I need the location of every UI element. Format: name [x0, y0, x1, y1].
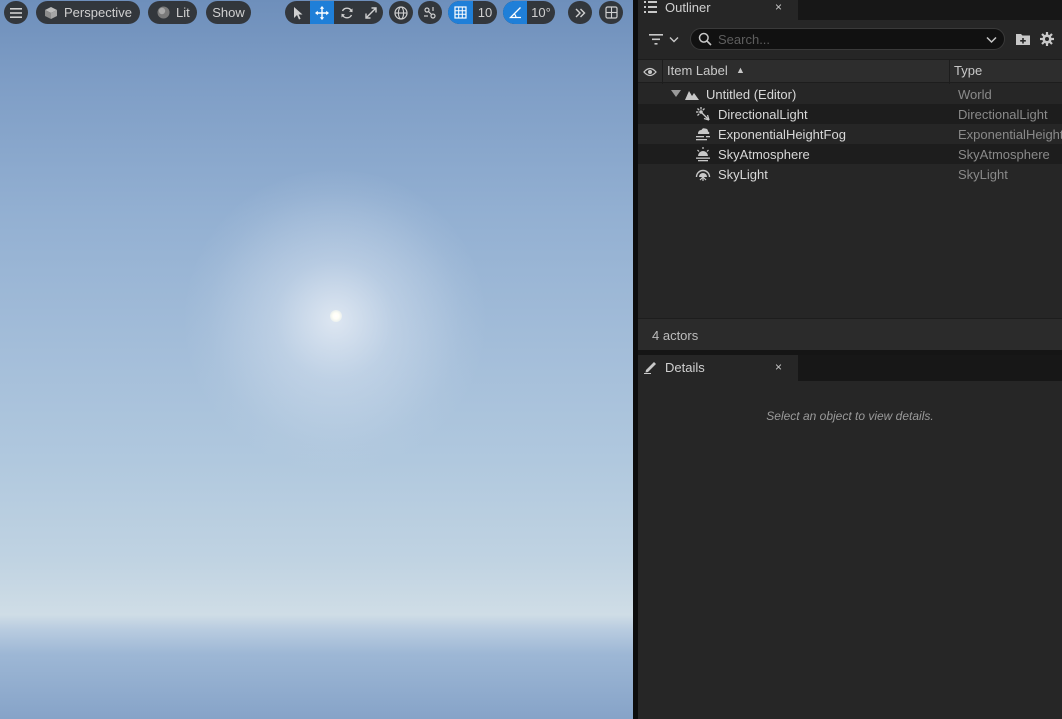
outliner-tab-title: Outliner [665, 0, 711, 15]
item-label-column-header[interactable]: Item Label [667, 63, 728, 78]
rotation-snap-group: 10° [503, 1, 555, 24]
sort-ascending-icon: ▲ [736, 65, 745, 75]
details-tab-title: Details [665, 360, 705, 375]
level-viewport[interactable]: Perspective Lit Show 10 10° [0, 0, 633, 719]
search-icon [698, 32, 712, 46]
outliner-settings-button[interactable] [1038, 30, 1056, 48]
outliner-row-type: World [958, 87, 992, 102]
move-arrows-icon [315, 5, 329, 20]
coordinate-system-button[interactable] [389, 1, 413, 24]
outliner-row-label: Untitled (Editor) [706, 87, 797, 102]
outliner-row-type: SkyLight [958, 167, 1008, 182]
outliner-column-header: Item Label ▲ Type [638, 59, 1062, 84]
toolbar-overflow-button[interactable] [568, 1, 592, 24]
outliner-list-icon [644, 1, 657, 13]
double-chevron-right-icon [575, 8, 585, 17]
eye-icon [643, 67, 657, 77]
details-panel: Details × Select an object to view detai… [638, 355, 1062, 719]
perspective-label: Perspective [64, 5, 132, 20]
angle-icon [508, 7, 521, 19]
column-divider [662, 60, 663, 84]
height-fog-icon [696, 128, 710, 141]
globe-icon [394, 5, 408, 20]
layout-grid-icon [604, 6, 618, 19]
grid-snap-value: 10 [477, 5, 493, 20]
translate-tool-button[interactable] [310, 1, 334, 24]
rotation-snap-value: 10° [531, 5, 551, 20]
hamburger-icon [10, 7, 22, 18]
grid-snap-value-dropdown[interactable]: 10 [473, 1, 497, 24]
chevron-down-icon[interactable] [986, 36, 997, 44]
grid-icon [454, 6, 467, 19]
world-icon [685, 91, 699, 100]
outliner-row-type: SkyAtmosphere [958, 147, 1050, 162]
lit-view-mode-button[interactable]: Lit [148, 1, 197, 24]
details-close-icon[interactable]: × [775, 360, 782, 374]
filter-dropdown-button[interactable] [648, 31, 680, 49]
outliner-row-label: DirectionalLight [718, 107, 808, 122]
rotation-snap-value-dropdown[interactable]: 10° [527, 1, 555, 24]
visibility-column-header[interactable] [638, 60, 662, 84]
perspective-button[interactable]: Perspective [36, 1, 140, 24]
new-folder-icon [1016, 34, 1030, 45]
outliner-tab-bar: Outliner × [638, 0, 1062, 20]
outliner-row-label: SkyLight [718, 167, 768, 182]
show-label: Show [212, 5, 245, 20]
outliner-row-directional-light[interactable]: DirectionalLight DirectionalLight [638, 104, 1062, 124]
outliner-row-height-fog[interactable]: ExponentialHeightFog ExponentialHeightFo… [638, 124, 1062, 144]
surface-snapping-button[interactable] [418, 1, 442, 24]
search-placeholder: Search... [718, 32, 771, 47]
outliner-row-type: ExponentialHeightFog [958, 127, 1062, 142]
show-button[interactable]: Show [206, 1, 251, 24]
add-folder-button[interactable] [1014, 30, 1032, 48]
rotation-snap-toggle[interactable] [503, 1, 527, 24]
details-empty-message: Select an object to view details. [766, 409, 934, 423]
pencil-icon [644, 362, 656, 374]
viewport-layout-button[interactable] [599, 1, 623, 24]
details-tab[interactable]: Details × [638, 355, 798, 381]
outliner-tab[interactable]: Outliner × [638, 0, 798, 20]
outliner-search-input[interactable]: Search... [690, 28, 1005, 50]
lit-label: Lit [176, 5, 190, 20]
details-tab-bar: Details × [638, 355, 1062, 381]
sky-light-icon [695, 169, 711, 181]
cube-icon [45, 6, 57, 19]
filter-icon [649, 34, 663, 45]
column-divider[interactable] [949, 60, 950, 84]
outliner-row-label: ExponentialHeightFog [718, 127, 846, 142]
outliner-status-bar: 4 actors [638, 318, 1062, 350]
chevron-down-icon [669, 37, 679, 43]
transform-tools-group [285, 1, 383, 24]
type-column-header[interactable]: Type [954, 63, 982, 78]
outliner-row-world[interactable]: Untitled (Editor) World [638, 84, 1062, 104]
outliner-row-label: SkyAtmosphere [718, 147, 810, 162]
cursor-arrow-icon [293, 6, 302, 19]
gear-icon [1040, 32, 1054, 46]
directional-light-icon [696, 107, 710, 121]
rotate-tool-button[interactable] [334, 1, 359, 24]
rotate-icon [341, 7, 352, 18]
scale-icon [365, 6, 377, 19]
select-tool-button[interactable] [285, 1, 310, 24]
lit-sphere-icon [157, 6, 170, 19]
viewport-menu-button[interactable] [4, 1, 28, 24]
surface-snap-icon [424, 6, 436, 19]
grid-snap-group: 10 [448, 1, 497, 24]
sky-atmosphere-icon [696, 147, 710, 162]
outliner-row-sky-atmosphere[interactable]: SkyAtmosphere SkyAtmosphere [638, 144, 1062, 164]
outliner-close-icon[interactable]: × [775, 0, 782, 14]
sun-disc [330, 310, 342, 322]
expand-arrow-icon[interactable] [671, 90, 681, 98]
outliner-row-type: DirectionalLight [958, 107, 1048, 122]
grid-snap-toggle[interactable] [448, 1, 473, 24]
actor-count: 4 actors [652, 328, 699, 343]
outliner-panel: Outliner × Search... Item Label ▲ Type U… [638, 0, 1062, 350]
scale-tool-button[interactable] [359, 1, 383, 24]
outliner-row-sky-light[interactable]: SkyLight SkyLight [638, 164, 1062, 184]
